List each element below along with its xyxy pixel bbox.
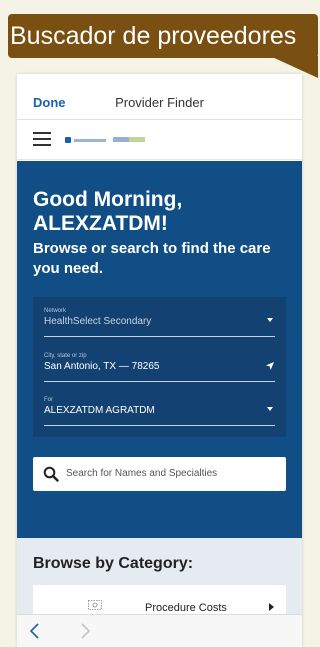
healthselect-logo [113, 137, 145, 142]
location-label: City, state or zip [44, 353, 87, 359]
procedure-costs-icon [88, 600, 102, 610]
browse-heading: Browse by Category: [33, 555, 194, 572]
category-label: Procedure Costs [145, 602, 227, 614]
network-value: HealthSelect Secondary [44, 316, 152, 327]
app-screen: Done Provider Finder Good Morning, ALEXZ… [17, 74, 302, 647]
location-value: San Antonio, TX — 78265 [44, 361, 160, 372]
greeting-subtitle: Browse or search to find the care you ne… [33, 240, 271, 277]
location-field[interactable]: City, state or zip San Antonio, TX — 782… [44, 352, 275, 382]
back-arrow-icon[interactable] [29, 623, 41, 639]
chevron-down-icon [267, 407, 273, 411]
for-select[interactable]: For ALEXZATDM AGRATDM [44, 396, 275, 426]
search-input[interactable]: Search for Names and Specialties [33, 457, 286, 491]
chevron-right-icon [269, 603, 274, 611]
for-label: For [44, 397, 53, 403]
greeting-heading: Good Morning, ALEXZATDM! [33, 188, 183, 235]
page-title: Provider Finder [115, 95, 204, 110]
network-label: Network [44, 308, 67, 314]
hero-section: Good Morning, ALEXZATDM! Browse or searc… [17, 161, 302, 538]
page-banner: Buscador de proveedores [8, 14, 318, 58]
for-value: ALEXZATDM AGRATDM [44, 405, 155, 416]
forward-arrow-icon[interactable] [79, 623, 91, 639]
chevron-down-icon [267, 318, 273, 322]
status-bar [17, 74, 302, 86]
location-arrow-icon[interactable] [266, 362, 274, 370]
search-icon [43, 466, 59, 482]
browser-toolbar [17, 614, 302, 647]
nav-header: Done Provider Finder [17, 86, 302, 120]
logo-bar [17, 120, 302, 160]
network-select[interactable]: Network HealthSelect Secondary [44, 307, 275, 337]
menu-icon[interactable] [33, 132, 51, 146]
browse-section: Browse by Category: Procedure Costs [17, 538, 302, 625]
bcbs-logo [65, 137, 109, 143]
search-placeholder: Search for Names and Specialties [66, 468, 218, 479]
filter-panel: Network HealthSelect Secondary City, sta… [33, 297, 286, 437]
